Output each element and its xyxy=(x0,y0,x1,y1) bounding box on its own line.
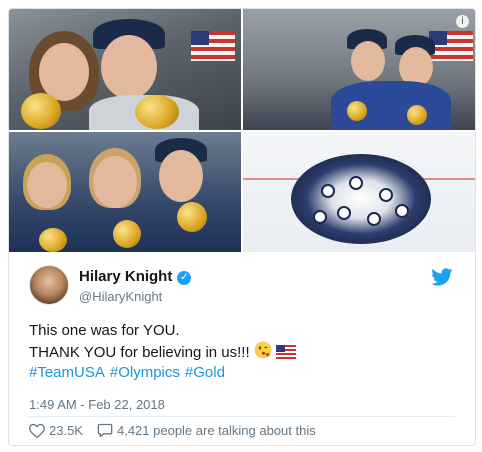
twitter-bird-icon[interactable] xyxy=(431,268,453,286)
hashtag-link[interactable]: #Gold xyxy=(185,364,225,381)
gold-medal xyxy=(135,95,179,129)
talking-count: 4,421 people are talking about this xyxy=(116,423,316,438)
tweet-text: This one was for YOU. THANK YOU for beli… xyxy=(29,321,459,383)
player-face xyxy=(27,162,67,208)
gold-medal xyxy=(407,105,427,125)
tweet-actions: 23.5K 4,421 people are talking about thi… xyxy=(29,423,330,438)
player-face xyxy=(159,150,203,202)
kissing-face-emoji xyxy=(254,341,272,359)
hashtag-link[interactable]: #Olympics xyxy=(110,364,180,381)
divider xyxy=(29,416,455,417)
photo-locker-room[interactable]: i xyxy=(243,9,475,130)
tweet-line-with-emoji: THANK YOU for believing in us!!! xyxy=(29,341,459,363)
flag-decoration xyxy=(429,31,473,61)
team-pile xyxy=(291,154,431,244)
author-handle[interactable]: @HilaryKnight xyxy=(79,289,162,304)
info-icon[interactable]: i xyxy=(456,15,469,28)
author-name[interactable]: Hilary Knight xyxy=(79,268,172,285)
photo-grid: i xyxy=(9,9,475,252)
photo-team-pile-on-ice[interactable] xyxy=(243,132,475,252)
hashtags: #TeamUSA #Olympics #Gold xyxy=(29,363,459,383)
player-face xyxy=(39,43,89,101)
player-face xyxy=(93,156,137,208)
tweet-line: This one was for YOU. xyxy=(29,322,180,339)
gold-medal xyxy=(177,202,207,232)
tweet-line: THANK YOU for believing in us!!! xyxy=(29,344,250,361)
photo-selfie-medals[interactable] xyxy=(9,9,241,130)
us-flag-emoji xyxy=(276,345,296,359)
flag-decoration xyxy=(191,31,235,61)
player-face xyxy=(351,41,385,81)
like-button[interactable]: 23.5K xyxy=(29,423,83,438)
avatar[interactable] xyxy=(29,265,69,305)
gold-medal xyxy=(21,93,61,129)
like-count: 23.5K xyxy=(49,423,83,438)
timestamp[interactable]: 1:49 AM - Feb 22, 2018 xyxy=(29,397,165,412)
verified-badge-icon: ✓ xyxy=(177,271,192,285)
photo-three-players[interactable] xyxy=(9,132,241,252)
gold-medal xyxy=(39,228,67,252)
gold-medal xyxy=(113,220,141,248)
author-name-row[interactable]: Hilary Knight ✓ xyxy=(79,268,192,285)
gold-medal xyxy=(347,101,367,121)
tweet-card[interactable]: i Hilary Knight ✓ @HilaryKnight This one… xyxy=(8,8,476,446)
speech-bubble-icon xyxy=(97,423,113,438)
hashtag-link[interactable]: #TeamUSA xyxy=(29,364,105,381)
heart-icon xyxy=(29,423,45,438)
conversation-link[interactable]: 4,421 people are talking about this xyxy=(97,423,316,438)
player-face xyxy=(101,35,157,99)
tweet-header: Hilary Knight ✓ @HilaryKnight xyxy=(29,262,459,308)
